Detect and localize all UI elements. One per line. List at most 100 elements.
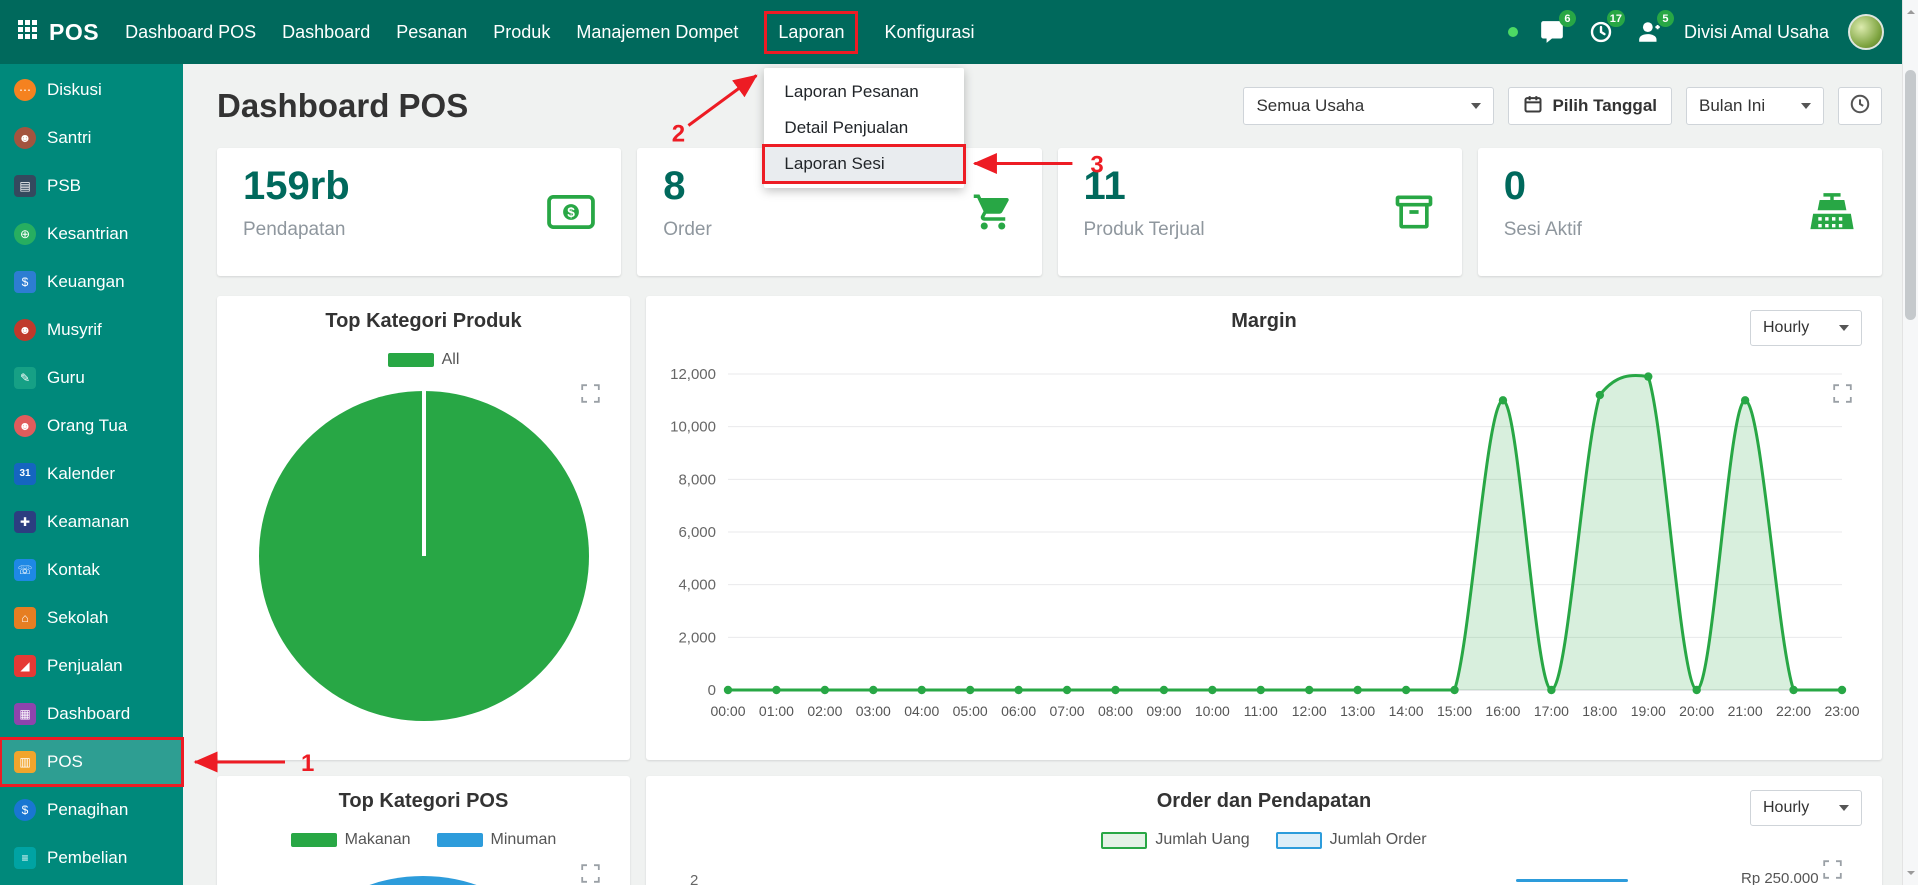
brand-label: POS (49, 19, 99, 46)
svg-text:07:00: 07:00 (1050, 703, 1085, 719)
svg-text:17:00: 17:00 (1534, 703, 1569, 719)
stats-row: 159rbPendapatan$8Order11Produk Terjual0S… (217, 148, 1882, 276)
sidebar-item-label: POS (47, 752, 83, 772)
apps-grid-icon[interactable] (18, 20, 37, 44)
legend-label: Jumlah Uang (1155, 831, 1249, 849)
svg-text:01:00: 01:00 (759, 703, 794, 719)
sekolah-icon: ⌂ (14, 607, 36, 629)
charts-row: Top Kategori Produk All Margin Hourly 02… (217, 296, 1882, 760)
svg-text:18:00: 18:00 (1582, 703, 1617, 719)
svg-text:05:00: 05:00 (953, 703, 988, 719)
sidebar-item-penagihan[interactable]: $Penagihan (0, 786, 183, 834)
sidebar-item-kesantrian[interactable]: ⊕ Kesantrian (0, 210, 183, 258)
svg-text:14:00: 14:00 (1389, 703, 1424, 719)
nav-item-konfigurasi[interactable]: Konfigurasi (884, 13, 974, 52)
sidebar-item-sekolah[interactable]: ⌂Sekolah (0, 594, 183, 642)
nav-item-dashboard[interactable]: Dashboard (282, 13, 370, 52)
sidebar-item-keamanan[interactable]: ✚Keamanan (0, 498, 183, 546)
sidebar-item-label: Santri (47, 128, 91, 148)
order-interval-select[interactable]: Hourly (1750, 790, 1862, 826)
nav-item-manajemen-dompet[interactable]: Manajemen Dompet (576, 13, 738, 52)
sidebar-item-musyrif[interactable]: ☻Musyrif (0, 306, 183, 354)
menu-item-detail-penjualan[interactable]: Detail Penjualan (764, 110, 964, 146)
recent-history-button[interactable] (1838, 87, 1882, 125)
pie-chart (258, 876, 588, 885)
svg-text:12:00: 12:00 (1292, 703, 1327, 719)
messages-icon-button[interactable]: 6 (1537, 17, 1567, 47)
chevron-down-icon (1471, 103, 1481, 109)
history-icon-button[interactable]: 17 (1586, 17, 1616, 47)
expand-icon[interactable] (581, 384, 600, 403)
svg-text:19:00: 19:00 (1631, 703, 1666, 719)
nav-item-laporan[interactable]: Laporan (764, 11, 858, 54)
expand-icon[interactable] (1823, 860, 1842, 879)
menu-item-laporan-pesanan[interactable]: Laporan Pesanan (764, 74, 964, 110)
legend-item: Jumlah Order (1276, 831, 1427, 849)
user-avatar[interactable] (1848, 14, 1884, 50)
svg-text:0: 0 (708, 682, 716, 699)
stat-value: 11 (1084, 164, 1436, 209)
svg-text:10,000: 10,000 (670, 419, 716, 436)
legend-item: All (388, 351, 460, 369)
sidebar-item-pembelian[interactable]: ≡Pembelian (0, 834, 183, 882)
brand[interactable]: POS (18, 19, 99, 46)
scrollbar-thumb[interactable] (1905, 70, 1916, 320)
y-axis-tick: 2 (690, 872, 698, 885)
sidebar-item-kalender[interactable]: 31Kalender (0, 450, 183, 498)
stat-card-pendapatan: 159rbPendapatan$ (217, 148, 621, 276)
svg-text:03:00: 03:00 (856, 703, 891, 719)
dashboard-icon: ▦ (14, 703, 36, 725)
chart-legend: All (217, 351, 630, 369)
sidebar-item-dashboard[interactable]: ▦ Dashboard (0, 690, 183, 738)
contacts-icon-button[interactable]: 5 (1635, 17, 1665, 47)
menu-item-laporan-sesi[interactable]: Laporan Sesi (764, 146, 964, 182)
top-kategori-produk-card: Top Kategori Produk All (217, 296, 630, 760)
sidebar-item-label: PSB (47, 176, 81, 196)
stat-label: Order (663, 219, 1015, 241)
nav-item-dashboard-pos[interactable]: Dashboard POS (125, 13, 256, 52)
online-status-dot (1508, 27, 1518, 37)
sidebar-item-psb[interactable]: ▤ PSB (0, 162, 183, 210)
sidebar-item-orang-tua[interactable]: ☻ Orang Tua (0, 402, 183, 450)
svg-text:15:00: 15:00 (1437, 703, 1472, 719)
legend-item: Minuman (437, 831, 557, 849)
sidebar-item-guru[interactable]: ✎Guru (0, 354, 183, 402)
history-badge: 17 (1607, 10, 1625, 27)
legend-item: Jumlah Uang (1101, 831, 1249, 849)
sidebar-item-label: Diskusi (47, 80, 102, 100)
business-select[interactable]: Semua Usaha (1243, 87, 1494, 125)
legend-label: Makanan (345, 831, 411, 849)
expand-icon[interactable] (581, 864, 600, 883)
svg-text:2,000: 2,000 (678, 629, 716, 646)
page-header: Dashboard POS Semua Usaha Pilih Tanggal … (217, 82, 1882, 130)
stat-label: Sesi Aktif (1504, 219, 1856, 241)
orang-tua-icon: ☻ (14, 415, 36, 437)
sidebar-item-diskusi[interactable]: ⋯ Diskusi (0, 66, 183, 114)
chevron-down-icon (1801, 103, 1811, 109)
sidebar-item-keuangan[interactable]: $Keuangan (0, 258, 183, 306)
user-division-label[interactable]: Divisi Amal Usaha (1684, 22, 1829, 43)
date-picker-button[interactable]: Pilih Tanggal (1508, 87, 1672, 125)
navbar-menu: Dashboard POS Dashboard Pesanan Produk Manaj… (125, 11, 974, 54)
sidebar-item-pos[interactable]: ▥POS (0, 738, 183, 786)
svg-text:02:00: 02:00 (807, 703, 842, 719)
kesantrian-icon: ⊕ (14, 223, 36, 245)
nav-item-pesanan[interactable]: Pesanan (396, 13, 467, 52)
clock-icon (1849, 93, 1871, 120)
margin-interval-value: Hourly (1763, 319, 1809, 337)
chat-icon: ⋯ (14, 79, 36, 101)
sidebar-item-santri[interactable]: ☻Santri (0, 114, 183, 162)
nav-item-produk[interactable]: Produk (493, 13, 550, 52)
sidebar-item-label: Orang Tua (47, 416, 127, 436)
axis-value-label: Rp 250.000 (1741, 870, 1819, 885)
period-select[interactable]: Bulan Ini (1686, 87, 1824, 125)
sidebar-item-kontak[interactable]: ☏Kontak (0, 546, 183, 594)
sidebar-item-label: Dashboard (47, 704, 130, 724)
psb-icon: ▤ (14, 175, 36, 197)
svg-text:13:00: 13:00 (1340, 703, 1375, 719)
cash-register-icon (1808, 191, 1856, 233)
sidebar-item-label: Kesantrian (47, 224, 128, 244)
sidebar-item-penjualan[interactable]: ◢Penjualan (0, 642, 183, 690)
scrollbar[interactable] (1902, 0, 1918, 885)
margin-interval-select[interactable]: Hourly (1750, 310, 1862, 346)
